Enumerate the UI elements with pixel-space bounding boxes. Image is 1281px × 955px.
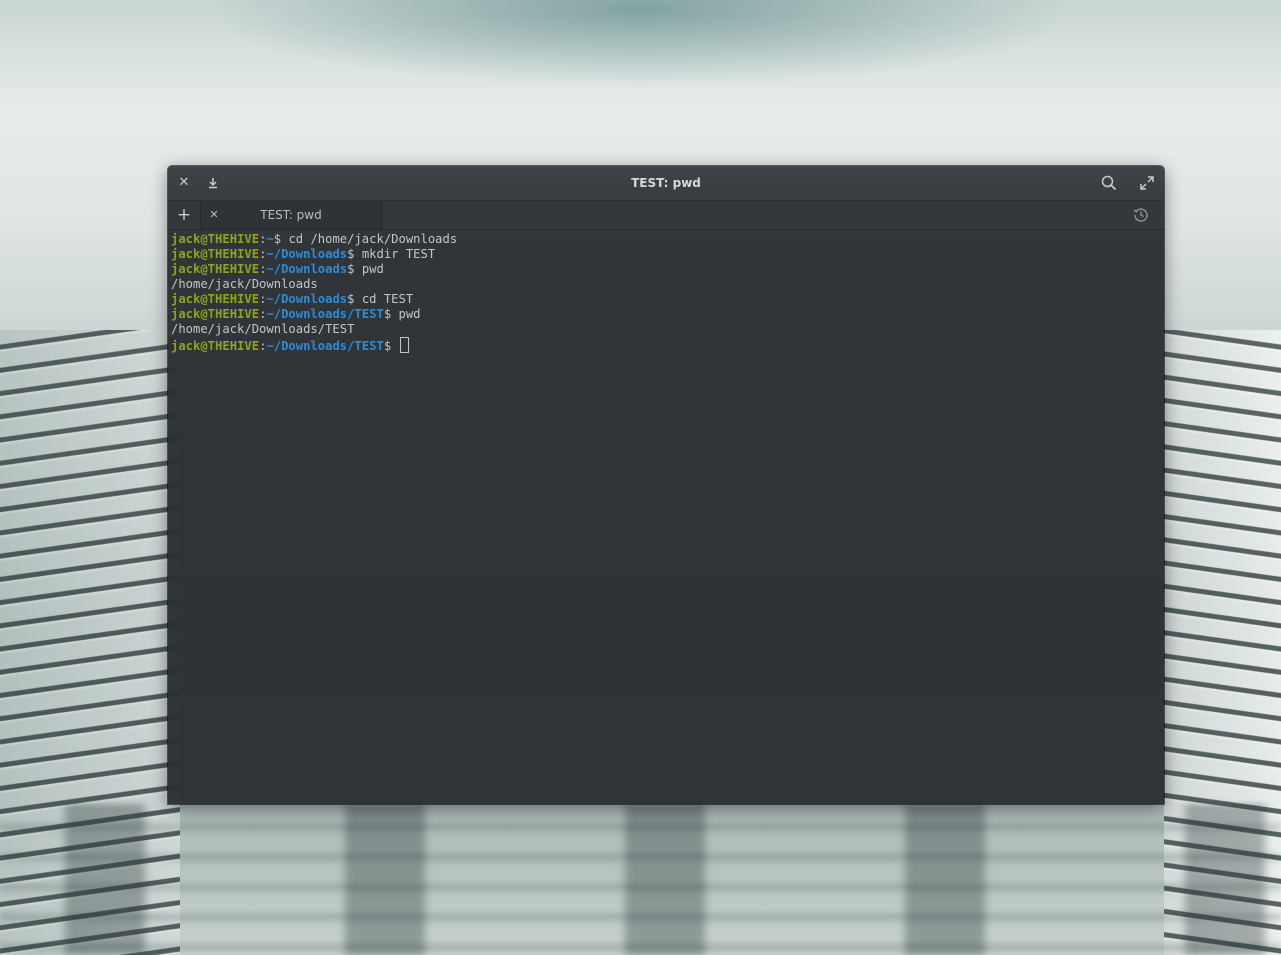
- close-icon: ✕: [209, 208, 219, 221]
- maximize-icon: [1140, 176, 1154, 190]
- text-cursor: [399, 337, 409, 353]
- plus-icon: +: [176, 205, 192, 225]
- close-window-button[interactable]: ✕: [175, 174, 193, 192]
- prompt-user: jack@THEHIVE: [171, 292, 260, 306]
- prompt-symbol: $: [383, 339, 399, 353]
- prompt-path: ~/Downloads/TEST: [266, 307, 384, 321]
- terminal-line: jack@THEHIVE:~$ cd /home/jack/Downloads: [171, 232, 457, 247]
- prompt-path: ~: [266, 232, 274, 246]
- command-text: cd TEST: [361, 292, 414, 306]
- terminal-line: jack@THEHIVE:~/Downloads$ pwd: [171, 262, 384, 277]
- search-button[interactable]: [1100, 174, 1118, 192]
- command-text: mkdir TEST: [361, 247, 436, 261]
- tab-label: TEST: pwd: [260, 208, 322, 222]
- prompt-user: jack@THEHIVE: [171, 307, 260, 321]
- terminal-line: jack@THEHIVE:~/Downloads/TEST$ pwd: [171, 307, 421, 322]
- unmaximize-button[interactable]: [204, 174, 222, 192]
- search-icon: [1101, 175, 1117, 191]
- tab-close-button[interactable]: ✕: [205, 206, 223, 224]
- prompt-path: ~/Downloads: [266, 247, 348, 261]
- command-output: /home/jack/Downloads/TEST: [171, 322, 355, 336]
- tab-bar: + TEST: pwd ✕: [168, 201, 1164, 230]
- terminal-window: ✕ TEST: pwd + TEST: pwd ✕ jack@THEHIVE:~…: [168, 166, 1164, 804]
- tab-test-pwd[interactable]: TEST: pwd ✕: [200, 201, 382, 229]
- closed-tabs-history-button[interactable]: [1132, 206, 1150, 224]
- maximize-button[interactable]: [1138, 174, 1156, 192]
- download-icon: [209, 178, 217, 189]
- history-icon: [1133, 208, 1148, 222]
- prompt-path: ~/Downloads: [266, 292, 348, 306]
- prompt-user: jack@THEHIVE: [171, 339, 260, 353]
- command-text: pwd: [361, 262, 384, 276]
- prompt-symbol: $: [347, 262, 362, 276]
- wallpaper-floor: [0, 804, 1281, 955]
- new-tab-button[interactable]: +: [174, 204, 194, 226]
- window-title: TEST: pwd: [631, 176, 701, 190]
- command-output: /home/jack/Downloads: [171, 277, 318, 291]
- prompt-symbol: $: [273, 232, 289, 246]
- command-text: cd /home/jack/Downloads: [288, 232, 458, 246]
- terminal-line: jack@THEHIVE:~/Downloads$ mkdir TEST: [171, 247, 435, 262]
- prompt-user: jack@THEHIVE: [171, 247, 260, 261]
- prompt-path: ~/Downloads/TEST: [266, 339, 384, 353]
- terminal-line: jack@THEHIVE:~/Downloads$ cd TEST: [171, 292, 413, 307]
- prompt-user: jack@THEHIVE: [171, 232, 260, 246]
- prompt-symbol: $: [347, 292, 362, 306]
- prompt-symbol: $: [347, 247, 362, 261]
- titlebar: ✕ TEST: pwd: [168, 166, 1164, 201]
- terminal-output[interactable]: jack@THEHIVE:~$ cd /home/jack/Downloads …: [168, 230, 1164, 804]
- command-text: pwd: [398, 307, 421, 321]
- prompt-user: jack@THEHIVE: [171, 262, 260, 276]
- prompt-path: ~/Downloads: [266, 262, 348, 276]
- terminal-line: jack@THEHIVE:~/Downloads/TEST$: [171, 337, 409, 353]
- prompt-symbol: $: [383, 307, 399, 321]
- close-icon: ✕: [178, 175, 190, 190]
